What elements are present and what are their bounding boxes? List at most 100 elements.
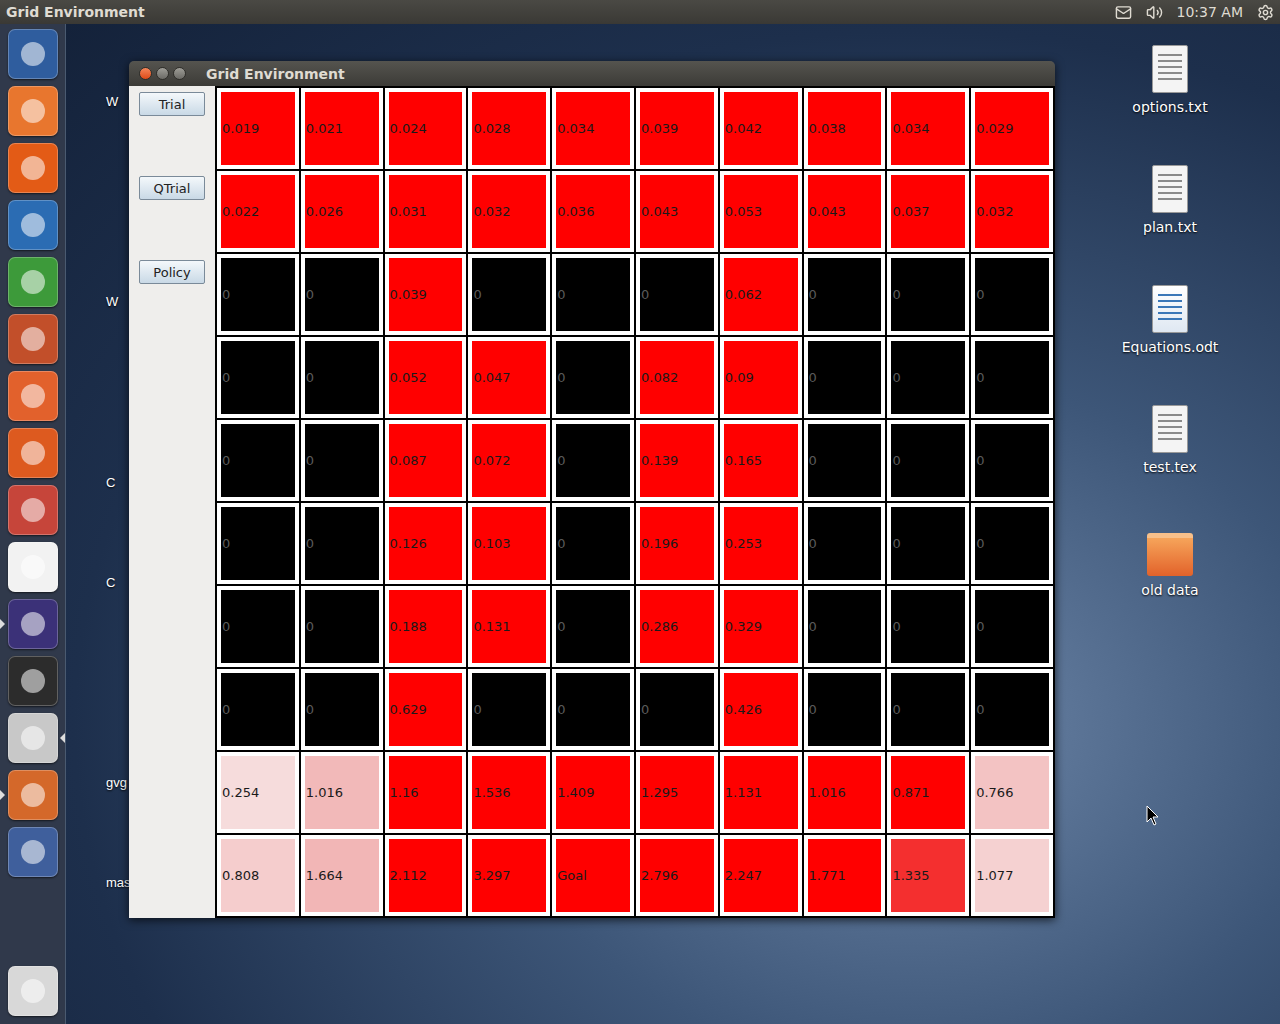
grid-cell[interactable]: 0 — [971, 254, 1053, 335]
grid-cell[interactable]: 0 — [887, 503, 969, 584]
launcher-item[interactable] — [0, 770, 65, 820]
grid-cell[interactable]: 0.026 — [301, 171, 383, 252]
grid-cell[interactable]: Goal — [552, 835, 634, 916]
grid-cell[interactable]: 0.871 — [887, 752, 969, 833]
grid-cell[interactable]: 0.329 — [720, 586, 802, 667]
grid-cell[interactable]: 0.254 — [217, 752, 299, 833]
grid-cell[interactable]: 0.037 — [887, 171, 969, 252]
grid-cell[interactable]: 0.629 — [385, 669, 467, 750]
grid-cell[interactable]: 0.196 — [636, 503, 718, 584]
grid-cell[interactable]: 0.031 — [385, 171, 467, 252]
grid-cell[interactable]: 1.016 — [301, 752, 383, 833]
grid-cell[interactable]: 0 — [804, 337, 886, 418]
desktop-icon[interactable]: options.txt — [1118, 45, 1222, 165]
grid-cell[interactable]: 0 — [217, 420, 299, 501]
grid-cell[interactable]: 0.036 — [552, 171, 634, 252]
grid-cell[interactable]: 0 — [552, 669, 634, 750]
launcher-item[interactable] — [0, 314, 65, 364]
grid-cell[interactable]: 1.335 — [887, 835, 969, 916]
grid-cell[interactable]: 0.028 — [468, 88, 550, 169]
grid-cell[interactable]: 0.072 — [468, 420, 550, 501]
grid-cell[interactable]: 0 — [887, 337, 969, 418]
launcher-item[interactable] — [0, 371, 65, 421]
grid-cell[interactable]: 0.039 — [636, 88, 718, 169]
grid-cell[interactable]: 0 — [804, 420, 886, 501]
grid-cell[interactable]: 0.042 — [720, 88, 802, 169]
minimize-button[interactable] — [156, 67, 169, 80]
grid-cell[interactable]: 0.034 — [887, 88, 969, 169]
app-icon[interactable] — [8, 200, 58, 250]
app-icon[interactable] — [8, 428, 58, 478]
desktop-icon-label[interactable]: C — [106, 475, 115, 490]
grid-cell[interactable]: 0 — [552, 503, 634, 584]
grid-cell[interactable]: 1.016 — [804, 752, 886, 833]
desktop-icon-label[interactable]: gvg — [106, 775, 127, 790]
action-button[interactable]: Policy — [139, 260, 205, 284]
grid-cell[interactable]: 0 — [804, 503, 886, 584]
grid-cell[interactable]: 0.047 — [468, 337, 550, 418]
grid-cell[interactable]: 0.286 — [636, 586, 718, 667]
grid-cell[interactable]: 0.766 — [971, 752, 1053, 833]
app-icon[interactable] — [8, 485, 58, 535]
grid-cell[interactable]: 0 — [301, 669, 383, 750]
gear-icon[interactable] — [1257, 4, 1274, 21]
app-icon[interactable] — [8, 770, 58, 820]
launcher-item[interactable] — [0, 713, 65, 763]
app-icon[interactable] — [8, 257, 58, 307]
grid-cell[interactable]: 0.052 — [385, 337, 467, 418]
maximize-button[interactable] — [173, 67, 186, 80]
grid-cell[interactable]: 0.808 — [217, 835, 299, 916]
app-icon[interactable] — [8, 29, 58, 79]
grid-cell[interactable]: 1.295 — [636, 752, 718, 833]
volume-icon[interactable] — [1146, 4, 1163, 21]
grid-cell[interactable]: 0.024 — [385, 88, 467, 169]
app-icon[interactable] — [8, 713, 58, 763]
grid-cell[interactable]: 0 — [636, 669, 718, 750]
grid-cell[interactable]: 0 — [887, 586, 969, 667]
launcher-item[interactable] — [0, 143, 65, 193]
grid-cell[interactable]: 0.043 — [636, 171, 718, 252]
desktop-icon[interactable]: plan.txt — [1118, 165, 1222, 285]
grid-cell[interactable]: 0.188 — [385, 586, 467, 667]
grid-cell[interactable]: 0 — [887, 420, 969, 501]
grid-cell[interactable]: 0.034 — [552, 88, 634, 169]
grid-cell[interactable]: 0 — [217, 254, 299, 335]
grid-cell[interactable]: 0 — [217, 586, 299, 667]
grid-cell[interactable]: 1.536 — [468, 752, 550, 833]
grid-cell[interactable]: 0.032 — [971, 171, 1053, 252]
grid-cell[interactable]: 2.796 — [636, 835, 718, 916]
grid-cell[interactable]: 1.077 — [971, 835, 1053, 916]
desktop-icon-label[interactable]: W — [106, 294, 118, 309]
grid-cell[interactable]: 0 — [804, 586, 886, 667]
launcher-item[interactable] — [0, 485, 65, 535]
grid-cell[interactable]: 0 — [971, 337, 1053, 418]
grid-cell[interactable]: 0 — [804, 254, 886, 335]
grid-cell[interactable]: 2.247 — [720, 835, 802, 916]
grid-cell[interactable]: 0 — [468, 254, 550, 335]
grid-cell[interactable]: 0 — [971, 669, 1053, 750]
grid-cell[interactable]: 0 — [552, 337, 634, 418]
desktop-icon-label[interactable]: C — [106, 575, 115, 590]
grid-cell[interactable]: 0.09 — [720, 337, 802, 418]
grid-cell[interactable]: 0 — [552, 420, 634, 501]
launcher-item[interactable] — [0, 656, 65, 706]
grid-cell[interactable]: 0.139 — [636, 420, 718, 501]
launcher-item[interactable] — [0, 599, 65, 649]
grid-cell[interactable]: 0 — [971, 586, 1053, 667]
grid-cell[interactable]: 0 — [552, 254, 634, 335]
grid-cell[interactable]: 0 — [804, 669, 886, 750]
app-icon[interactable] — [8, 656, 58, 706]
app-icon[interactable] — [8, 314, 58, 364]
grid-cell[interactable]: 0 — [971, 503, 1053, 584]
desktop-icon-label[interactable]: W — [106, 94, 118, 109]
grid-cell[interactable]: 0 — [301, 337, 383, 418]
action-button[interactable]: Trial — [139, 92, 205, 116]
desktop-icon[interactable]: Equations.odt — [1118, 285, 1222, 405]
grid-cell[interactable]: 0 — [971, 420, 1053, 501]
launcher-item[interactable] — [0, 257, 65, 307]
grid-cell[interactable]: 0 — [887, 669, 969, 750]
grid-cell[interactable]: 0.021 — [301, 88, 383, 169]
grid-cell[interactable]: 1.664 — [301, 835, 383, 916]
grid-cell[interactable]: 0.022 — [217, 171, 299, 252]
grid-cell[interactable]: 0.126 — [385, 503, 467, 584]
